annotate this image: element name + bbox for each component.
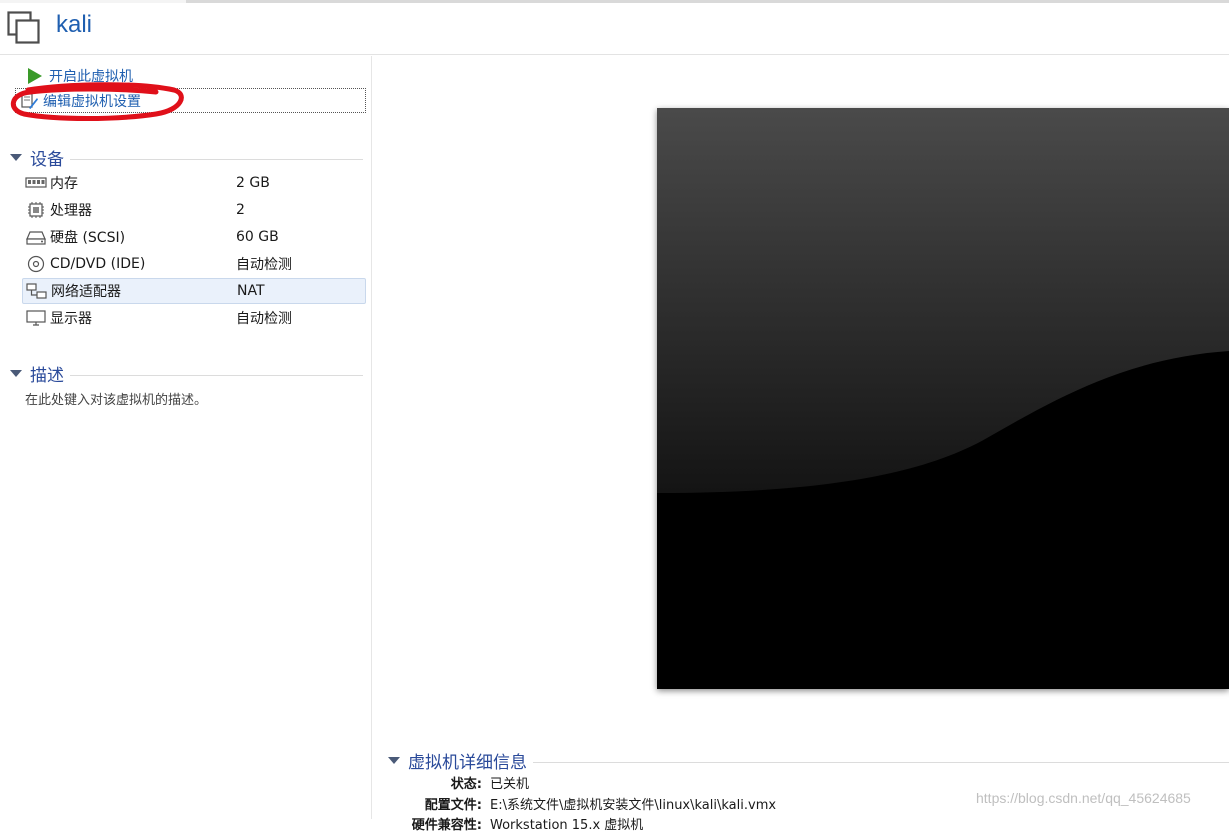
device-name: 网络适配器 bbox=[51, 284, 121, 300]
device-name: 内存 bbox=[50, 176, 78, 192]
collapse-icon bbox=[10, 370, 22, 377]
vm-screen-preview[interactable] bbox=[657, 108, 1229, 689]
edit-settings-button[interactable]: 编辑虚拟机设置 bbox=[15, 88, 366, 113]
detail-value: Workstation 15.x 虚拟机 bbox=[490, 817, 644, 833]
device-name: 处理器 bbox=[50, 203, 92, 219]
play-icon bbox=[28, 68, 42, 84]
cd-dvd-icon bbox=[27, 255, 45, 273]
device-name: 硬盘 (SCSI) bbox=[50, 230, 126, 246]
device-name: CD/DVD (IDE) bbox=[50, 256, 146, 272]
device-row-display[interactable]: 显示器 自动检测 bbox=[22, 305, 366, 331]
description-heading: 描述 bbox=[30, 366, 64, 386]
device-row-cd-dvd[interactable]: CD/DVD (IDE) 自动检测 bbox=[22, 251, 366, 277]
detail-key: 状态: bbox=[450, 776, 482, 792]
settings-icon bbox=[21, 92, 38, 109]
device-name: 显示器 bbox=[50, 311, 92, 327]
description-placeholder[interactable]: 在此处键入对该虚拟机的描述。 bbox=[25, 389, 207, 408]
detail-key: 配置文件: bbox=[424, 797, 482, 813]
device-value: 2 GB bbox=[236, 175, 270, 191]
hard-disk-icon bbox=[26, 231, 46, 245]
device-value: 60 GB bbox=[236, 229, 279, 245]
vm-title: kali bbox=[56, 11, 93, 38]
device-value: NAT bbox=[237, 283, 265, 299]
power-on-label: 开启此虚拟机 bbox=[49, 69, 133, 85]
details-section-header[interactable]: 虚拟机详细信息 bbox=[388, 748, 1229, 773]
detail-key: 硬件兼容性: bbox=[411, 817, 482, 833]
detail-value: 已关机 bbox=[490, 776, 530, 792]
device-row-processor[interactable]: 处理器 2 bbox=[22, 197, 366, 223]
detail-row-compatibility: 硬件兼容性: Workstation 15.x 虚拟机 bbox=[373, 813, 644, 833]
device-value: 自动检测 bbox=[236, 257, 292, 273]
device-row-memory[interactable]: 内存 2 GB bbox=[22, 170, 366, 196]
devices-section-header[interactable]: 设备 bbox=[10, 145, 363, 170]
description-section-header[interactable]: 描述 bbox=[10, 361, 363, 386]
device-value: 2 bbox=[236, 202, 245, 218]
network-adapter-icon bbox=[26, 283, 47, 299]
collapse-icon bbox=[10, 154, 22, 161]
detail-value: E:\系统文件\虚拟机安装文件\linux\kali\kali.vmx bbox=[490, 797, 777, 813]
detail-row-status: 状态: 已关机 bbox=[373, 772, 529, 792]
edit-settings-label: 编辑虚拟机设置 bbox=[43, 93, 141, 110]
collapse-icon bbox=[388, 757, 400, 764]
devices-heading: 设备 bbox=[30, 150, 64, 170]
details-heading: 虚拟机详细信息 bbox=[408, 753, 527, 773]
device-row-network-adapter[interactable]: 网络适配器 NAT bbox=[22, 278, 366, 304]
power-on-button[interactable]: 开启此虚拟机 bbox=[28, 65, 133, 87]
processor-icon bbox=[28, 202, 44, 218]
memory-icon bbox=[25, 177, 47, 188]
device-value: 自动检测 bbox=[236, 311, 292, 327]
device-row-hard-disk[interactable]: 硬盘 (SCSI) 60 GB bbox=[22, 224, 366, 250]
right-panel: 虚拟机详细信息 状态: 已关机 配置文件: E:\系统文件\虚拟机安装文件\li… bbox=[373, 56, 1229, 833]
divider bbox=[70, 374, 363, 376]
divider bbox=[70, 158, 363, 160]
vm-icon bbox=[7, 11, 40, 44]
detail-row-config-file: 配置文件: E:\系统文件\虚拟机安装文件\linux\kali\kali.vm… bbox=[373, 793, 776, 813]
vm-header: kali bbox=[0, 3, 1229, 55]
left-panel: 开启此虚拟机 编辑虚拟机设置 设备 内存 2 GB 处理器 2 硬盘 (SCSI… bbox=[0, 56, 372, 819]
watermark: https://blog.csdn.net/qq_45624685 bbox=[976, 790, 1191, 806]
divider bbox=[533, 761, 1229, 763]
display-icon bbox=[26, 310, 46, 326]
